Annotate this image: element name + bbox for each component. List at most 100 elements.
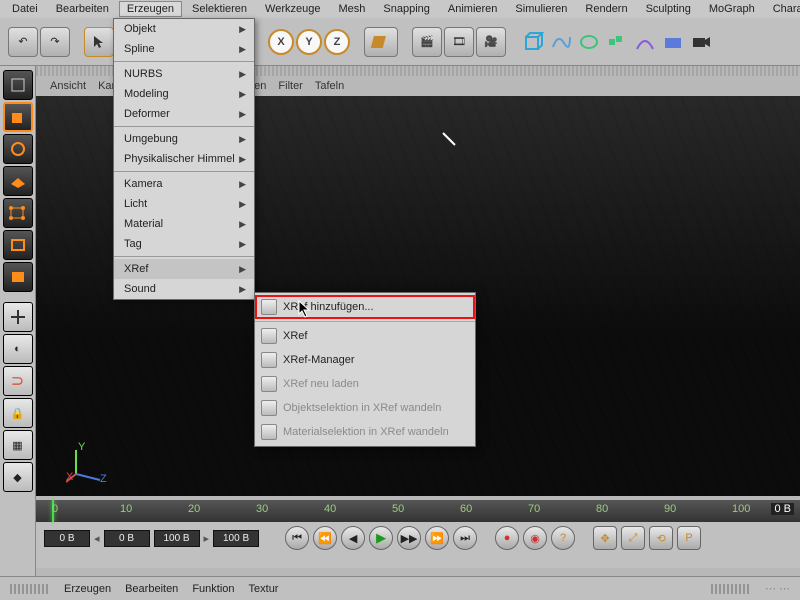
menu-item-physikalischer-himmel[interactable]: Physikalischer Himmel▶: [114, 149, 254, 169]
render-settings[interactable]: 🎥: [476, 27, 506, 57]
record-button[interactable]: ●: [495, 526, 519, 550]
nurbs-primitive[interactable]: [576, 29, 602, 55]
timeline-tick: 60: [460, 503, 472, 515]
menu-item-kamera[interactable]: Kamera▶: [114, 174, 254, 194]
viewport-menu-ansicht[interactable]: Ansicht: [50, 80, 86, 92]
array-primitive[interactable]: [604, 29, 630, 55]
key-pos-button[interactable]: ✥: [593, 526, 617, 550]
play-back-button[interactable]: ◀: [341, 526, 365, 550]
menu-item-xref[interactable]: XRef▶: [114, 259, 254, 279]
axis-gizmo[interactable]: Y Z X: [66, 440, 110, 484]
axis-x-button[interactable]: X: [268, 29, 294, 55]
menubar-item-bearbeiten[interactable]: Bearbeiten: [48, 1, 117, 17]
key-rot-button[interactable]: ⟲: [649, 526, 673, 550]
key-scale-button[interactable]: ⤢: [621, 526, 645, 550]
viewport-solo[interactable]: ◐: [3, 334, 33, 364]
submenu-item-xref[interactable]: XRef: [255, 324, 475, 348]
workplane-mode[interactable]: [3, 166, 33, 196]
spline-primitive[interactable]: [548, 29, 574, 55]
submenu-item-icon: [261, 328, 277, 344]
submenu-item-xref-hinzuf-gen-[interactable]: XRef hinzufügen...: [255, 295, 475, 319]
timeline: 01020304050607080901000 B 0 B ◂ 0 B 100 …: [36, 500, 800, 568]
poly-mode[interactable]: [3, 262, 33, 292]
render-region[interactable]: 🎞: [444, 27, 474, 57]
menu-item-tag[interactable]: Tag▶: [114, 234, 254, 254]
goto-start-button[interactable]: ⏮: [285, 526, 309, 550]
xref-submenu: XRef hinzufügen...XRefXRef-ManagerXRef n…: [254, 292, 476, 447]
bottom-menu-textur[interactable]: Textur: [249, 583, 279, 595]
frame-end[interactable]: 100 B: [213, 530, 259, 547]
menu-item-nurbs[interactable]: NURBS▶: [114, 64, 254, 84]
redo-button[interactable]: ↷: [40, 27, 70, 57]
panel-grip-bottom-right[interactable]: [711, 584, 751, 594]
grid-tool[interactable]: ▦: [3, 430, 33, 460]
timeline-tick: 70: [528, 503, 540, 515]
play-fwd-button[interactable]: ▶▶: [397, 526, 421, 550]
axis-mode[interactable]: [3, 302, 33, 332]
menubar-item-selektieren[interactable]: Selektieren: [184, 1, 255, 17]
timeline-ruler[interactable]: 01020304050607080901000 B: [36, 500, 800, 522]
coord-system[interactable]: [364, 27, 398, 57]
menubar-item-charak[interactable]: Charak: [765, 1, 800, 17]
left-tool-column: ◐ ⊃ 🔒 ▦ ◆: [0, 66, 36, 600]
menu-item-sound[interactable]: Sound▶: [114, 279, 254, 299]
bottom-menu-bearbeiten[interactable]: Bearbeiten: [125, 583, 178, 595]
next-key-button[interactable]: ⏩: [425, 526, 449, 550]
menu-item-spline[interactable]: Spline▶: [114, 39, 254, 59]
submenu-item-xref-manager[interactable]: XRef-Manager: [255, 348, 475, 372]
deformer-primitive[interactable]: [632, 29, 658, 55]
menubar-item-mesh[interactable]: Mesh: [330, 1, 373, 17]
goto-end-button[interactable]: ⏭: [453, 526, 477, 550]
camera-primitive[interactable]: [688, 29, 714, 55]
cube-primitive[interactable]: [520, 29, 546, 55]
magnet-tool[interactable]: ⊃: [3, 366, 33, 396]
timeline-tick: 100: [732, 503, 750, 515]
menubar-item-mograph[interactable]: MoGraph: [701, 1, 763, 17]
menubar-item-rendern[interactable]: Rendern: [577, 1, 635, 17]
menu-separator: [114, 256, 254, 257]
menubar-item-sculpting[interactable]: Sculpting: [638, 1, 699, 17]
point-mode[interactable]: [3, 198, 33, 228]
viewport-menu-tafeln[interactable]: Tafeln: [315, 80, 344, 92]
locked-tool[interactable]: 🔒: [3, 398, 33, 428]
menubar-item-werkzeuge[interactable]: Werkzeuge: [257, 1, 328, 17]
menu-item-licht[interactable]: Licht▶: [114, 194, 254, 214]
menu-item-objekt[interactable]: Objekt▶: [114, 19, 254, 39]
frame-range-start[interactable]: 0 B: [104, 530, 150, 547]
menubar: DateiBearbeitenErzeugenSelektierenWerkze…: [0, 0, 800, 18]
menu-item-material[interactable]: Material▶: [114, 214, 254, 234]
viewport-menu-filter[interactable]: Filter: [278, 80, 302, 92]
menubar-item-simulieren[interactable]: Simulieren: [507, 1, 575, 17]
menubar-item-erzeugen[interactable]: Erzeugen: [119, 1, 182, 17]
edge-mode[interactable]: [3, 230, 33, 260]
env-primitive[interactable]: [660, 29, 686, 55]
play-button[interactable]: ▶: [369, 526, 393, 550]
erzeugen-menu: Objekt▶Spline▶ NURBS▶Modeling▶Deformer▶ Um…: [113, 18, 255, 300]
menubar-item-snapping[interactable]: Snapping: [375, 1, 438, 17]
axis-y-button[interactable]: Y: [296, 29, 322, 55]
menu-item-umgebung[interactable]: Umgebung▶: [114, 129, 254, 149]
frame-range-end[interactable]: 100 B: [154, 530, 200, 547]
frame-start[interactable]: 0 B: [44, 530, 90, 547]
menubar-item-animieren[interactable]: Animieren: [440, 1, 506, 17]
menu-item-deformer[interactable]: Deformer▶: [114, 104, 254, 124]
render-view[interactable]: 🎬: [412, 27, 442, 57]
menu-item-modeling[interactable]: Modeling▶: [114, 84, 254, 104]
submenu-separator: [255, 321, 475, 322]
misc-tool[interactable]: ◆: [3, 462, 33, 492]
select-tool[interactable]: [84, 27, 114, 57]
menubar-item-datei[interactable]: Datei: [4, 1, 46, 17]
keyopts-button[interactable]: ?: [551, 526, 575, 550]
bottom-menu-erzeugen[interactable]: Erzeugen: [64, 583, 111, 595]
texture-mode[interactable]: [3, 134, 33, 164]
model-mode[interactable]: [3, 102, 33, 132]
autokey-button[interactable]: ◉: [523, 526, 547, 550]
viewport-cursor-marker: [441, 131, 461, 151]
bottom-menu-funktion[interactable]: Funktion: [192, 583, 234, 595]
undo-button[interactable]: ↶: [8, 27, 38, 57]
make-editable[interactable]: [3, 70, 33, 100]
key-param-button[interactable]: P: [677, 526, 701, 550]
panel-grip-bottom[interactable]: [10, 584, 50, 594]
axis-z-button[interactable]: Z: [324, 29, 350, 55]
prev-key-button[interactable]: ⏪: [313, 526, 337, 550]
